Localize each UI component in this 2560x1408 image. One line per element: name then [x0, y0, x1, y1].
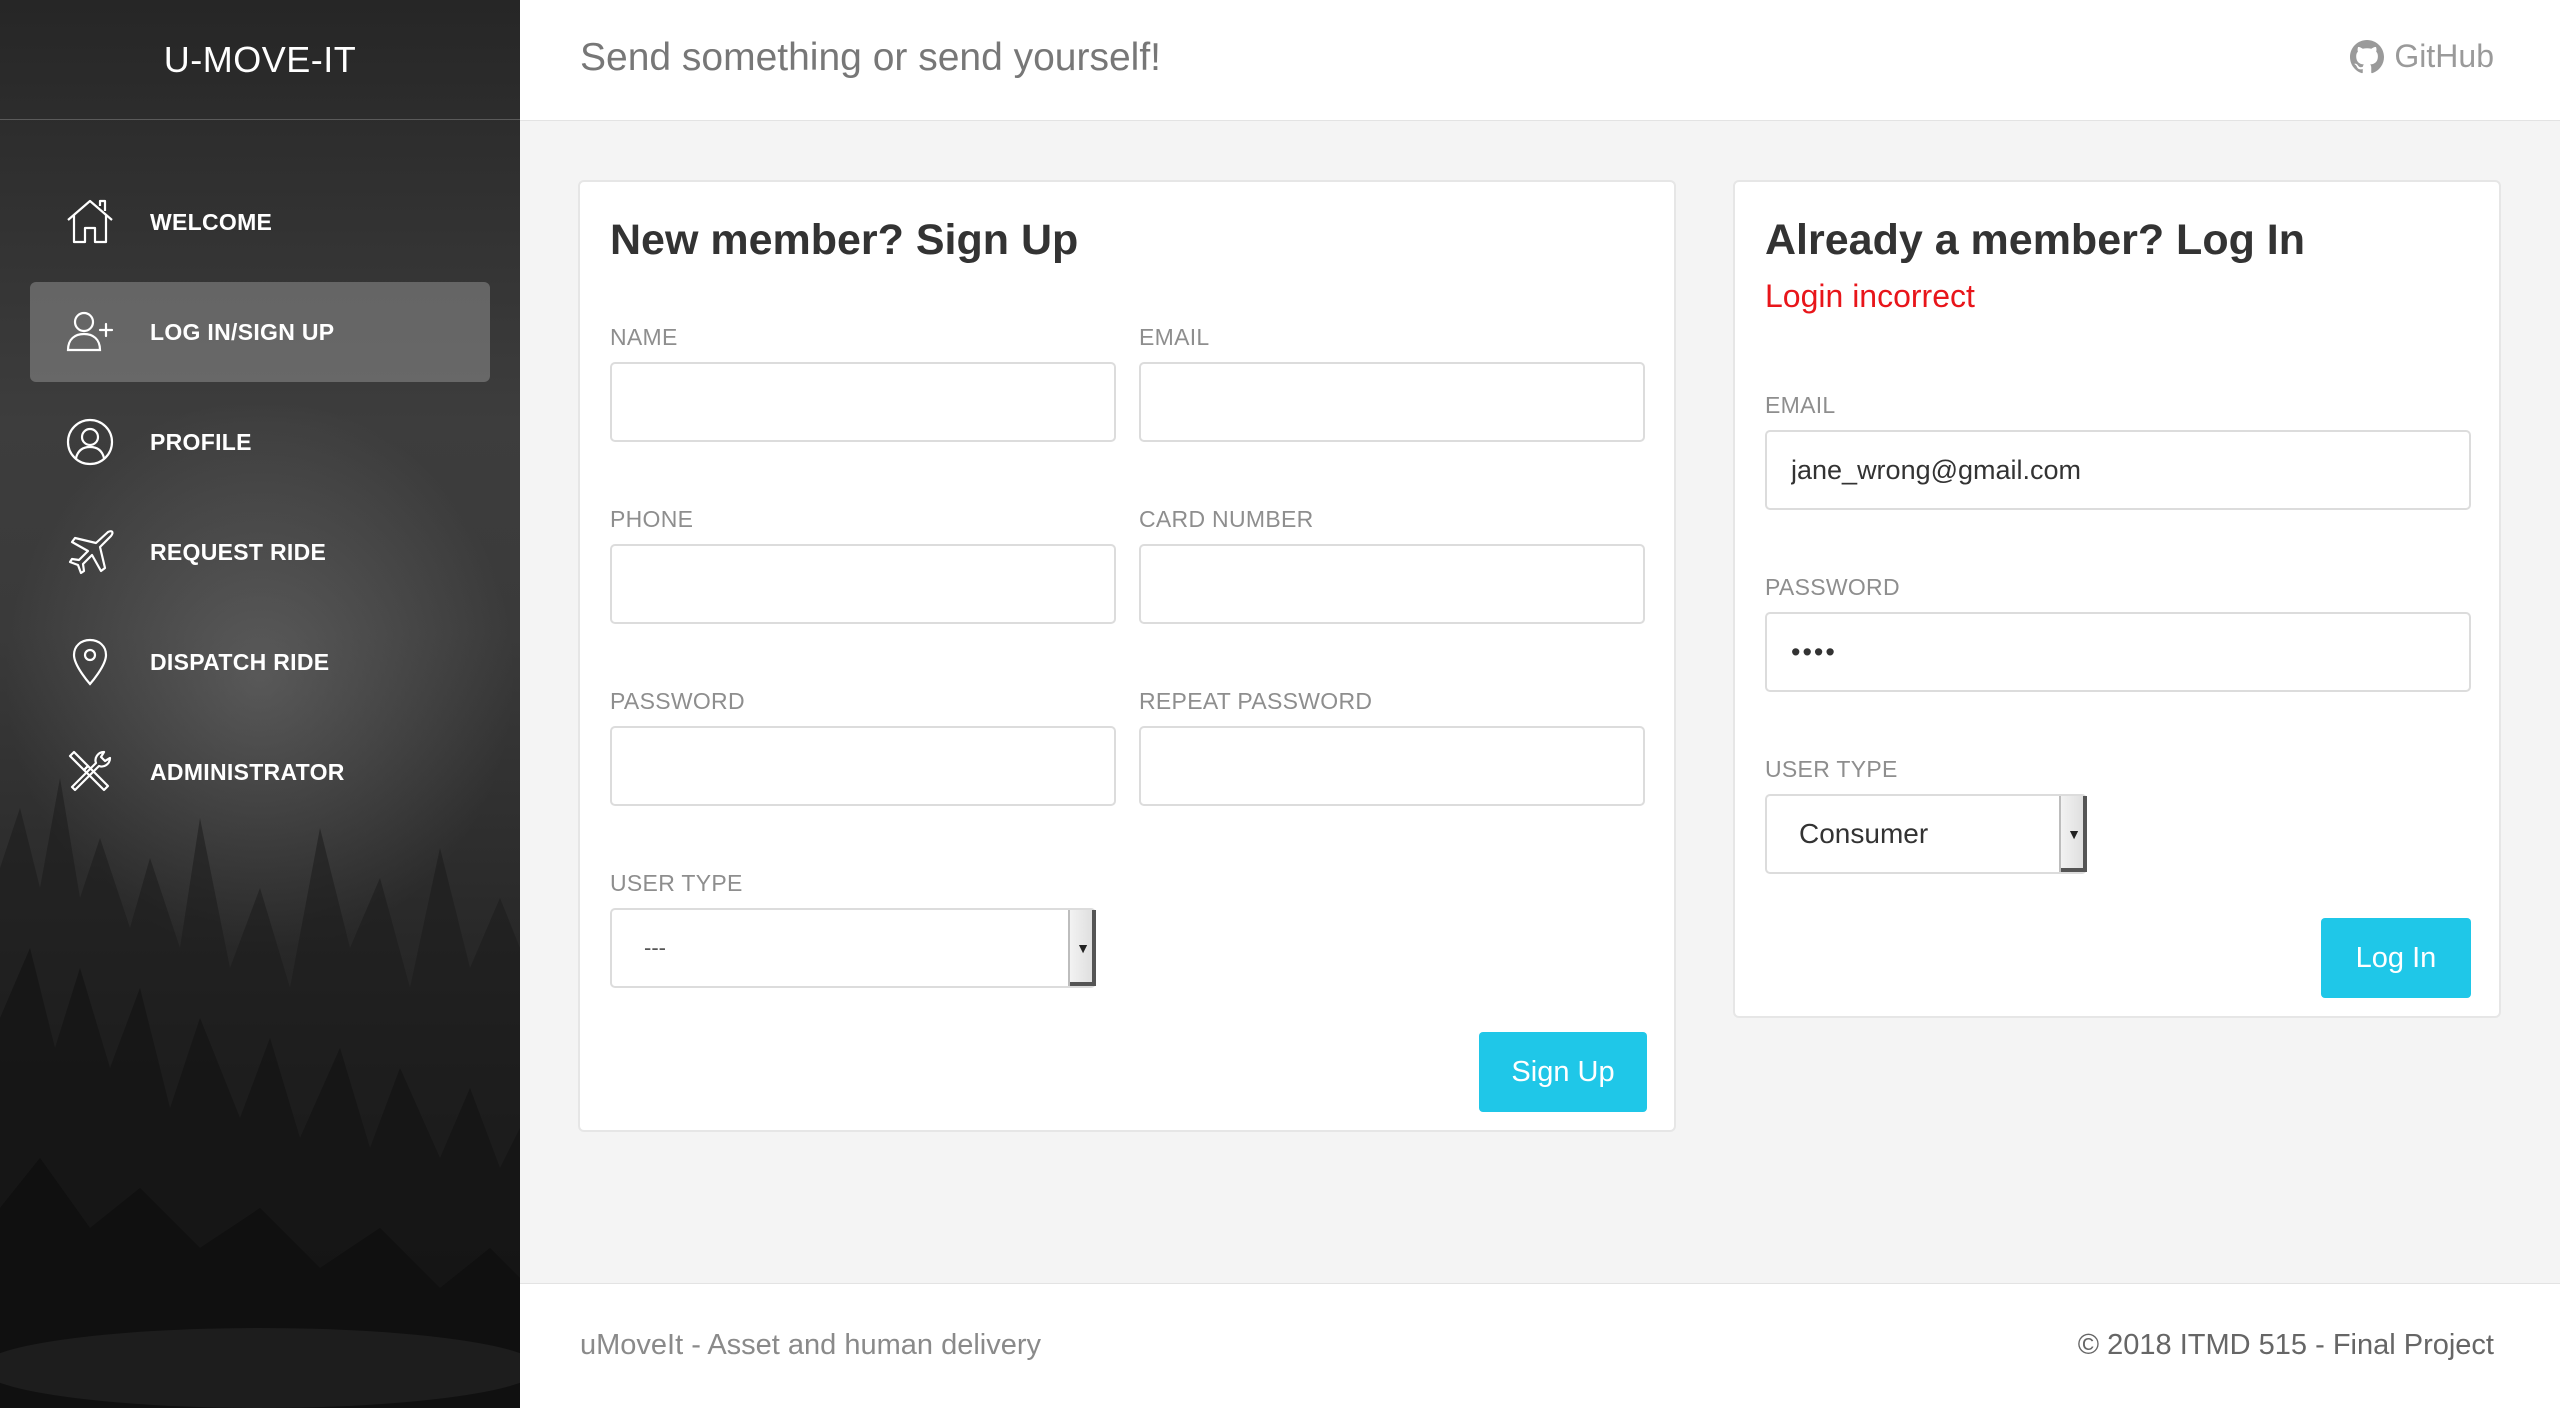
- airplane-icon: [64, 526, 116, 578]
- sidebar-item-label: PROFILE: [150, 428, 252, 455]
- github-link[interactable]: GitHub: [2350, 38, 2494, 75]
- sidebar-item-label: ADMINISTRATOR: [150, 758, 345, 785]
- sidebar-item-profile[interactable]: PROFILE: [30, 392, 490, 492]
- sidebar-item-label: DISPATCH RIDE: [150, 648, 330, 675]
- top-header: Send something or send yourself! GitHub: [520, 0, 2560, 121]
- github-label: GitHub: [2394, 38, 2494, 74]
- repeat-password-input[interactable]: [1139, 726, 1645, 806]
- card-number-label: CARD NUMBER: [1139, 506, 1314, 532]
- footer-tagline: uMoveIt - Asset and human delivery: [580, 1329, 1042, 1361]
- password-label: PASSWORD: [610, 688, 745, 714]
- phone-label: PHONE: [610, 506, 694, 532]
- dropdown-arrow-icon[interactable]: ▼: [2059, 796, 2087, 872]
- repeat-password-label: REPEAT PASSWORD: [1139, 688, 1373, 714]
- card-number-input[interactable]: [1139, 544, 1645, 624]
- user-type-selected-value: Consumer: [1799, 818, 1929, 849]
- footer-copyright: © 2018 ITMD 515 - Final Project: [2077, 1329, 2494, 1361]
- sign-up-button[interactable]: Sign Up: [1479, 1032, 1647, 1112]
- sidebar-item-label: WELCOME: [150, 208, 273, 235]
- home-icon: [64, 196, 116, 248]
- login-password-input[interactable]: [1765, 612, 2471, 692]
- user-add-icon: [64, 306, 116, 358]
- sidebar-item-welcome[interactable]: WELCOME: [30, 172, 490, 272]
- page-title: Send something or send yourself!: [580, 36, 1162, 79]
- email-label: EMAIL: [1765, 392, 1836, 418]
- login-title: Already a member? Log In: [1765, 216, 2306, 264]
- login-user-type-select[interactable]: Consumer ▼: [1765, 794, 2087, 874]
- login-card: Already a member? Log In Login incorrect…: [1733, 180, 2501, 1018]
- sidebar-item-administrator[interactable]: ADMINISTRATOR: [30, 722, 490, 822]
- user-type-label: USER TYPE: [610, 870, 743, 896]
- name-label: NAME: [610, 324, 678, 350]
- footer: uMoveIt - Asset and human delivery © 201…: [520, 1283, 2560, 1408]
- password-label: PASSWORD: [1765, 574, 1900, 600]
- github-icon: [2350, 39, 2385, 73]
- tools-icon: [64, 746, 116, 798]
- signup-card: New member? Sign Up NAME EMAIL PHONE CAR…: [578, 180, 1676, 1132]
- password-input[interactable]: [610, 726, 1116, 806]
- signup-title: New member? Sign Up: [610, 216, 1079, 264]
- email-input[interactable]: [1139, 362, 1645, 442]
- sidebar-item-login-signup[interactable]: LOG IN/SIGN UP: [30, 282, 490, 382]
- sidebar-item-label: LOG IN/SIGN UP: [150, 318, 335, 345]
- phone-input[interactable]: [610, 544, 1116, 624]
- email-label: EMAIL: [1139, 324, 1210, 350]
- login-email-input[interactable]: [1765, 430, 2471, 510]
- log-in-button[interactable]: Log In: [2321, 918, 2471, 998]
- sidebar-nav: WELCOME LOG IN/SIGN UP PROFILE REQUEST R…: [30, 172, 490, 832]
- user-type-select[interactable]: --- ▼: [610, 908, 1096, 988]
- sidebar-item-request-ride[interactable]: REQUEST RIDE: [30, 502, 490, 602]
- login-error-message: Login incorrect: [1765, 278, 1975, 314]
- dropdown-arrow-icon[interactable]: ▼: [1068, 910, 1096, 986]
- map-pin-icon: [64, 636, 116, 688]
- sidebar-item-label: REQUEST RIDE: [150, 538, 327, 565]
- sidebar: U-MOVE-IT WELCOME LOG IN/SIGN UP PROFILE…: [0, 0, 520, 1408]
- user-type-label: USER TYPE: [1765, 756, 1898, 782]
- user-circle-icon: [64, 416, 116, 468]
- user-type-selected-value: ---: [644, 935, 666, 960]
- app-brand[interactable]: U-MOVE-IT: [0, 0, 520, 120]
- name-input[interactable]: [610, 362, 1116, 442]
- sidebar-item-dispatch-ride[interactable]: DISPATCH RIDE: [30, 612, 490, 712]
